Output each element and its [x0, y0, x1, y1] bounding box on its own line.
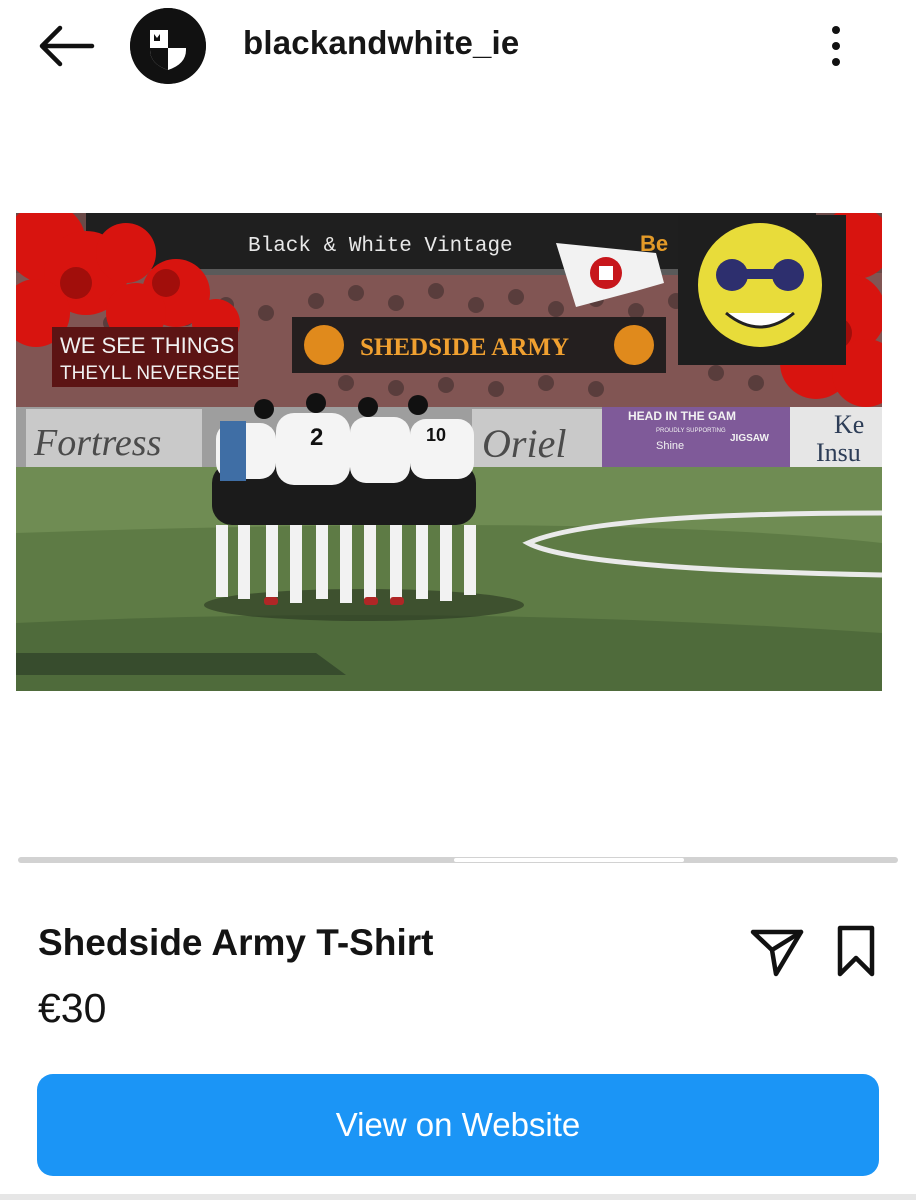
bottom-divider — [0, 1194, 916, 1200]
back-button[interactable] — [34, 20, 98, 72]
ad-insu: Insu — [816, 438, 861, 467]
username[interactable]: blackandwhite_ie — [243, 24, 519, 62]
left-flag-line2: THEYLL NEVERSEE — [60, 363, 240, 384]
player-number: 2 — [310, 424, 323, 451]
club-crest-logo — [130, 8, 206, 84]
bookmark-icon — [837, 925, 875, 977]
main-flag-text: SHEDSIDE ARMY — [360, 334, 569, 361]
ad-fortress: Fortress — [33, 422, 161, 464]
banner-text: Black & White Vintage — [248, 235, 513, 258]
more-vertical-icon — [832, 26, 840, 66]
arrow-left-icon — [39, 25, 95, 67]
save-button[interactable] — [830, 922, 882, 980]
left-flag-line1: WE SEE THINGS — [60, 333, 234, 358]
player-number-2: 10 — [426, 425, 446, 445]
ad-head-in-the-game: HEAD IN THE GAM — [628, 409, 736, 423]
ad-ke: Ke — [834, 410, 864, 439]
carousel-indicator — [454, 858, 684, 862]
view-on-website-button[interactable]: View on Website — [37, 1074, 879, 1176]
ad-jigsaw: JIGSAW — [730, 433, 769, 444]
ad-head-small: PROUDLY SUPPORTING — [656, 428, 726, 434]
ad-shine: Shine — [656, 440, 684, 452]
share-button[interactable] — [748, 922, 806, 980]
more-options-button[interactable] — [820, 22, 852, 70]
product-title: Shedside Army T-Shirt — [38, 922, 434, 963]
paper-plane-icon — [750, 929, 804, 977]
ad-oriel: Oriel — [482, 421, 566, 466]
product-image[interactable]: Black & White Vintage Be SHEDSIDE ARMY W… — [16, 213, 882, 691]
avatar[interactable] — [130, 8, 206, 84]
product-price: €30 — [38, 985, 107, 1031]
top-bar: blackandwhite_ie — [0, 0, 916, 92]
